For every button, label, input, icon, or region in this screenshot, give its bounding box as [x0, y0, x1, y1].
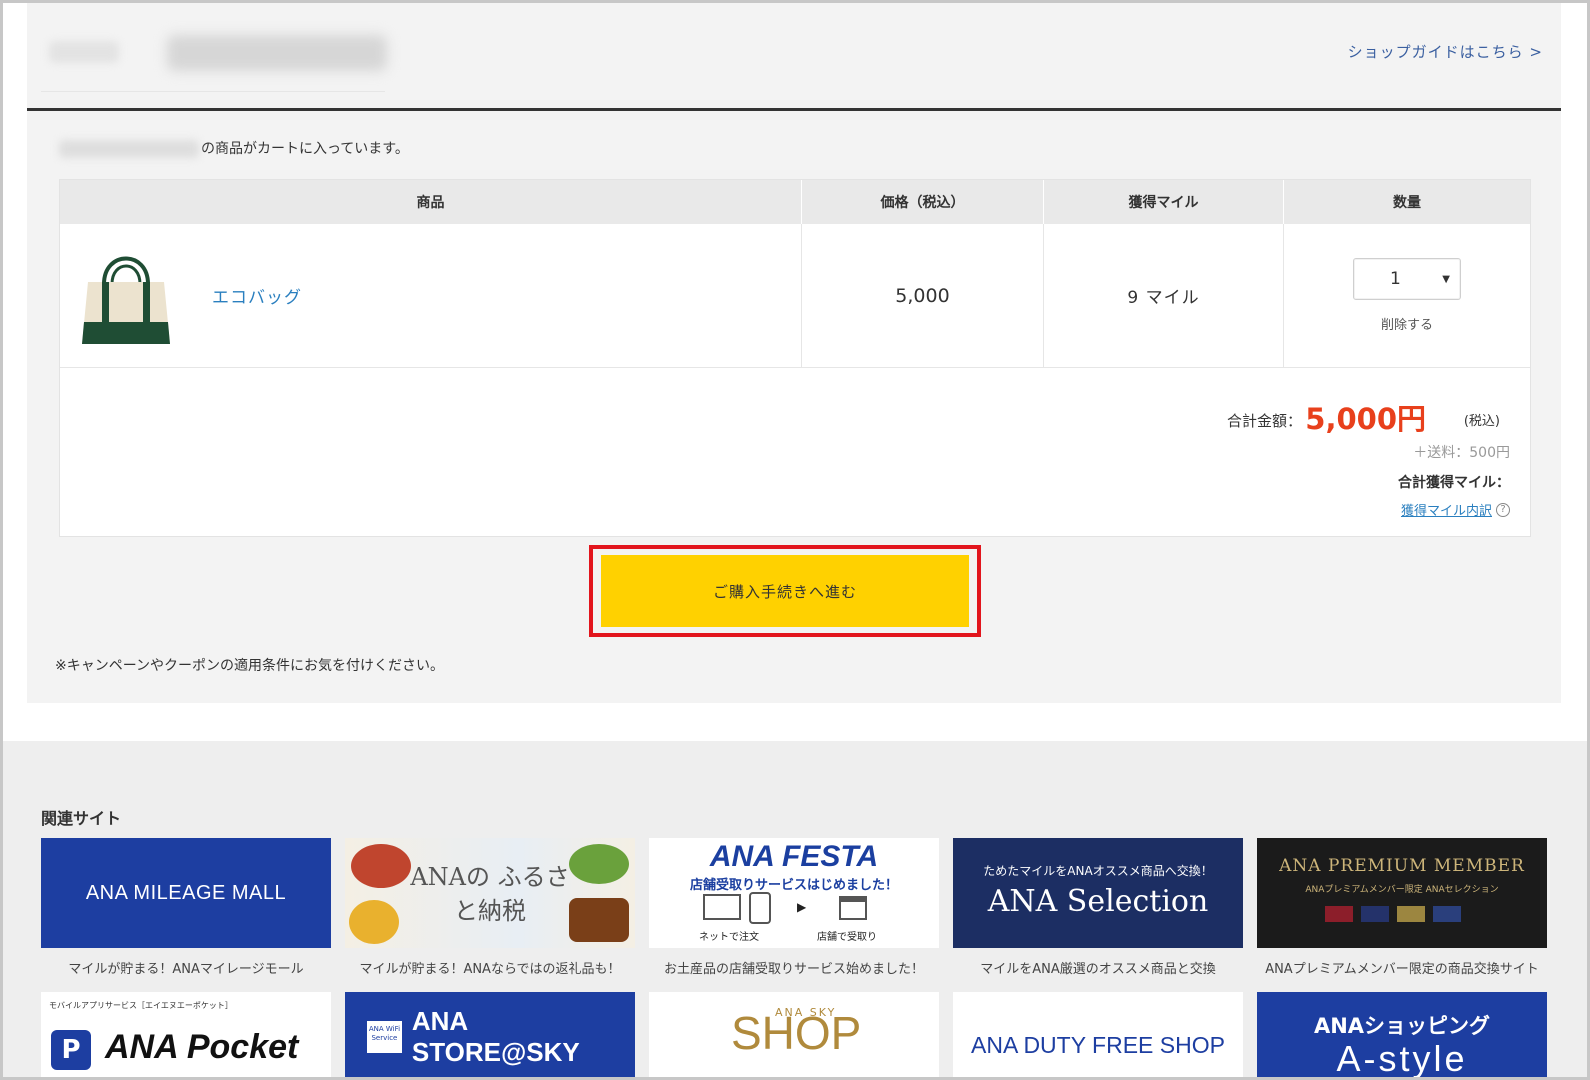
site-caption: ANAプレミアムメンバー限定の商品交換サイト [1265, 962, 1539, 977]
product-cell: エコバッグ [60, 224, 802, 367]
banner-mileage-mall[interactable]: ANA MILEAGE MALL [41, 838, 331, 948]
chevron-down-icon: ▼ [1442, 273, 1450, 285]
card-icon [1397, 906, 1425, 922]
banner-furusato[interactable]: ANAの ふるさと納税 [345, 838, 635, 948]
cart-message-text: の商品がカートに入っています。 [201, 141, 409, 157]
shop-header: ショップガイドはこちら > [27, 3, 1561, 111]
blurred-shop-name-inline [59, 140, 199, 158]
banner-title: ANA MILEAGE MALL [85, 881, 287, 904]
campaign-note: ※キャンペーンやクーポンの適用条件にお気を付けください。 [55, 658, 445, 674]
col-price: 価格（税込） [802, 180, 1044, 224]
quantity-value: 1 [1390, 269, 1401, 289]
wifi-badge-icon: ANA WiFi Service [367, 1021, 402, 1053]
site-card-furusato[interactable]: ANAの ふるさと納税 マイルが貯まる！ANAならではの返礼品も！ [345, 838, 635, 977]
quantity-cell: 1 ▼ 削除する [1284, 224, 1530, 367]
total-tax-note: (税込) [1463, 414, 1500, 429]
site-card-duty-free[interactable]: ANA DUTY FREE SHOP [953, 992, 1243, 1077]
price-cell: 5,000 [802, 224, 1044, 367]
banner-premium[interactable]: ANA PREMIUM MEMBER ANAプレミアムメンバー限定 ANAセレク… [1257, 838, 1547, 948]
phone-icon [749, 892, 771, 924]
banner-festa[interactable]: ANA FESTA 店舗受取りサービスはじめました！ ▶ ネットで注文 店舗で受… [649, 838, 939, 948]
page-frame: ショップガイドはこちら > の商品がカートに入っています。 商品 価格（税込） … [0, 0, 1590, 1080]
banner-title: ANA Selection [987, 884, 1209, 919]
miles-detail-text: 獲得マイル内訳 [1400, 504, 1492, 519]
product-name-link[interactable]: エコバッグ [212, 283, 302, 308]
banner-title: ANA PREMIUM MEMBER [1279, 856, 1525, 876]
vegetable-image [569, 844, 629, 884]
banner-sky-shop[interactable]: ANA SKY SHOP [649, 992, 939, 1077]
banner-title: ANA FESTA [709, 840, 879, 873]
fruit-image [349, 900, 399, 944]
totals-area: 合計金額： 5,000円 (税込) ＋送料：500円 合計獲得マイル： 獲得マイ… [60, 368, 1530, 536]
item-price: 5,000 [895, 284, 950, 307]
header-underline [41, 91, 385, 92]
checkout-button[interactable]: ご購入手続きへ進む [601, 555, 969, 627]
item-miles: 9 マイル [1127, 288, 1200, 308]
banner-title: ANA STORE@SKY [411, 1006, 580, 1067]
col-quantity: 数量 [1393, 195, 1421, 211]
banner-subtitle: ANAプレミアムメンバー限定 ANAセレクション [1305, 885, 1499, 895]
banner-title: ANAショッピング [1313, 1014, 1491, 1038]
site-card-premium[interactable]: ANA PREMIUM MEMBER ANAプレミアムメンバー限定 ANAセレク… [1257, 838, 1547, 977]
pocket-logo-icon: P [51, 1030, 91, 1070]
arrow-right-icon: ▶ [797, 900, 807, 914]
help-icon[interactable]: ? [1496, 502, 1510, 517]
banner-title: ANAの ふるさと納税 [410, 863, 570, 925]
eel-image [569, 898, 629, 942]
banner-title: SHOP [731, 1007, 862, 1059]
banner-subtitle: ためたマイルをANAオススメ商品へ交換！ [983, 864, 1213, 878]
banner-duty-free[interactable]: ANA DUTY FREE SHOP [953, 992, 1243, 1077]
banner-selection[interactable]: ためたマイルをANAオススメ商品へ交換！ ANA Selection [953, 838, 1243, 948]
delete-link[interactable]: 削除する [1381, 314, 1433, 333]
blurred-shop-name [167, 35, 387, 71]
banner-label-pickup: 店舗で受取り [817, 932, 877, 943]
cart-table-header: 商品 価格（税込） 獲得マイル 数量 [60, 180, 1530, 224]
site-card-mileage-mall[interactable]: ANA MILEAGE MALL マイルが貯まる！ANAマイレージモール [41, 838, 331, 977]
store-icon [839, 896, 867, 920]
banner-subtitle: モバイルアプリサービス［エイエヌエーポケット］ [49, 1001, 233, 1010]
cart-panel: ショップガイドはこちら > の商品がカートに入っています。 商品 価格（税込） … [27, 3, 1561, 703]
miles-cell: 9 マイル [1044, 224, 1284, 367]
shop-guide-link[interactable]: ショップガイドはこちら > [1348, 41, 1543, 62]
crab-image [351, 844, 411, 888]
site-caption: マイルをANA厳選のオススメ商品と交換 [980, 962, 1216, 977]
site-card-sky-shop[interactable]: ANA SKY SHOP [649, 992, 939, 1077]
banner-label-order: ネットで注文 [699, 932, 759, 943]
site-caption: マイルが貯まる！ANAマイレージモール [68, 962, 304, 977]
quantity-select[interactable]: 1 ▼ [1353, 258, 1461, 300]
banner-title: ANA Pocket [105, 1028, 299, 1066]
site-card-festa[interactable]: ANA FESTA 店舗受取りサービスはじめました！ ▶ ネットで注文 店舗で受… [649, 838, 939, 977]
card-icon [1433, 906, 1461, 922]
total-value: 5,000円 [1305, 402, 1426, 436]
site-card-store-sky[interactable]: ANA WiFi Service ANA STORE@SKY [345, 992, 635, 1077]
banner-store-sky[interactable]: ANA WiFi Service ANA STORE@SKY [345, 992, 635, 1077]
banner-pocket[interactable]: モバイルアプリサービス［エイエヌエーポケット］ P ANA Pocket [41, 992, 331, 1077]
site-card-pocket[interactable]: モバイルアプリサービス［エイエヌエーポケット］ P ANA Pocket [41, 992, 331, 1077]
site-card-a-style[interactable]: ANAショッピング A-style [1257, 992, 1547, 1079]
col-product: 商品 [60, 180, 802, 224]
cart-message: の商品がカートに入っています。 [59, 138, 409, 158]
miles-detail-link[interactable]: 獲得マイル内訳 ? [1401, 500, 1510, 519]
site-card-selection[interactable]: ためたマイルをANAオススメ商品へ交換！ ANA Selection マイルをA… [953, 838, 1243, 977]
banner-title: ANA DUTY FREE SHOP [971, 1032, 1225, 1058]
blurred-breadcrumb [49, 41, 119, 63]
card-icon [1325, 906, 1353, 922]
banner-subtitle: 店舗受取りサービスはじめました！ [689, 878, 898, 893]
table-row: エコバッグ 5,000 9 マイル 1 ▼ 削除する [60, 224, 1530, 368]
monitor-icon [703, 894, 741, 920]
site-caption: お土産品の店舗受取りサービス始めました！ [663, 962, 924, 977]
product-image[interactable] [74, 244, 178, 348]
related-sites-title: 関連サイト [41, 809, 122, 828]
site-caption: マイルが貯まる！ANAならではの返礼品も！ [359, 962, 621, 977]
checkout-highlight: ご購入手続きへ進む [589, 545, 981, 637]
total-label: 合計金額： [1226, 412, 1302, 430]
total-miles-label: 合計獲得マイル： [1398, 475, 1510, 491]
card-icon [1361, 906, 1389, 922]
cart-table: 商品 価格（税込） 獲得マイル 数量 エコバッグ 5,000 9 マイル 1 ▼… [59, 179, 1531, 537]
banner-a-style[interactable]: ANAショッピング A-style [1257, 992, 1547, 1079]
col-miles: 獲得マイル [1044, 180, 1284, 224]
shipping-fee: ＋送料：500円 [1413, 445, 1510, 461]
related-sites-section: 関連サイト ANA MILEAGE MALL マイルが貯まる！ANAマイレージモ… [3, 741, 1587, 1079]
banner-subtitle: A-style [1336, 1038, 1468, 1079]
